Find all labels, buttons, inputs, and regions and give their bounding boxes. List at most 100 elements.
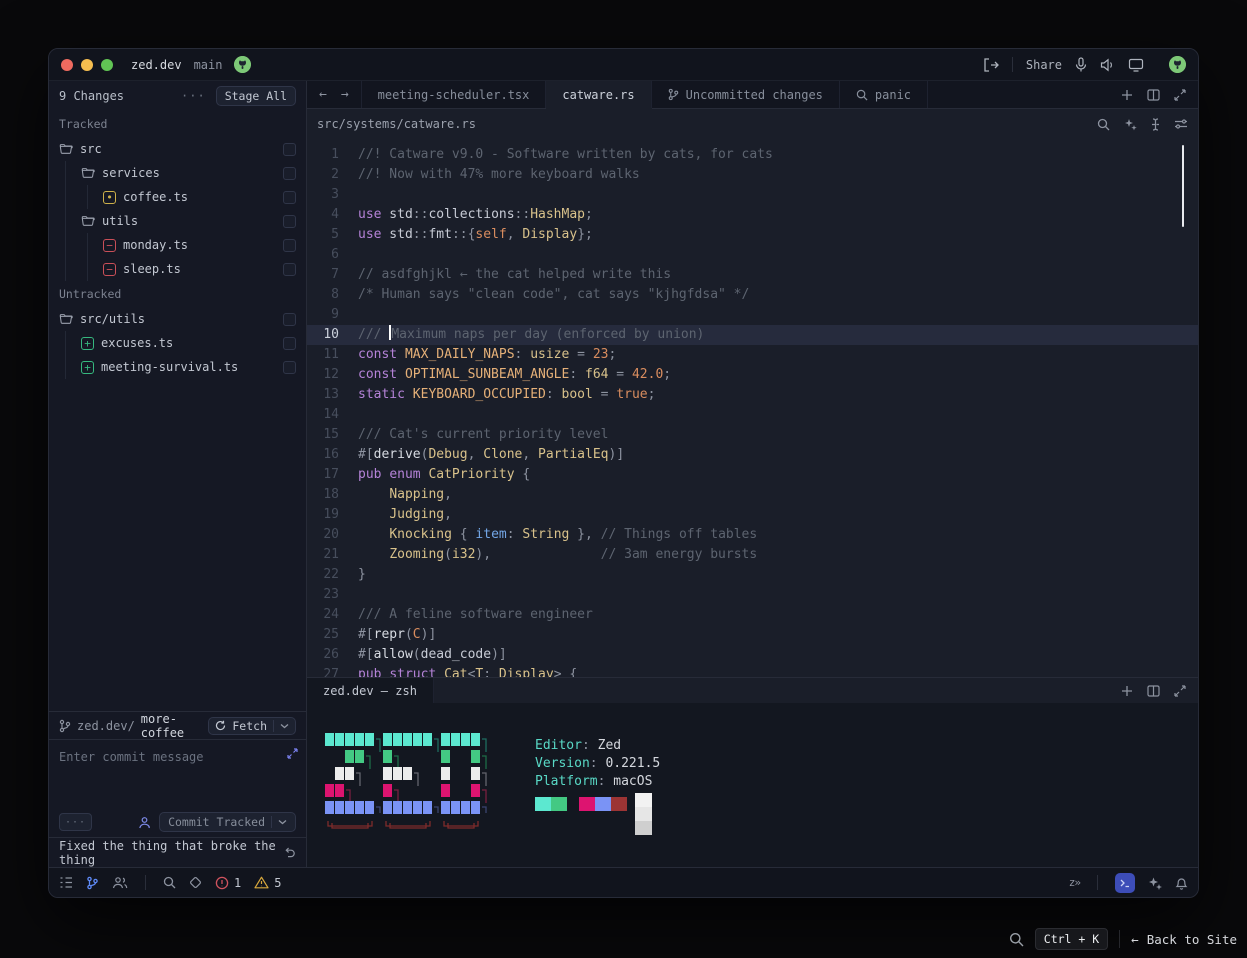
user-avatar[interactable] bbox=[234, 56, 251, 73]
git-panel-icon[interactable] bbox=[86, 876, 99, 890]
stage-checkbox[interactable] bbox=[283, 143, 296, 156]
tree-row-coffee-ts[interactable]: •coffee.ts bbox=[49, 185, 306, 209]
screen-share-icon[interactable] bbox=[1128, 58, 1144, 72]
new-tab-icon[interactable] bbox=[1121, 89, 1133, 101]
code-line-3[interactable]: 3 bbox=[307, 185, 1198, 205]
code-line-8[interactable]: 8/* Human says "clean code", cat says "k… bbox=[307, 285, 1198, 305]
last-commit-message[interactable]: Fixed the thing that broke the thing bbox=[59, 839, 284, 867]
code-line-5[interactable]: 5use std::fmt::{self, Display}; bbox=[307, 225, 1198, 245]
tab-catware-rs[interactable]: catware.rs bbox=[546, 81, 651, 108]
code-line-15[interactable]: 15/// Cat's current priority level bbox=[307, 425, 1198, 445]
maximize-terminal-icon[interactable] bbox=[1174, 685, 1186, 697]
branch-name-label[interactable]: more-coffee bbox=[141, 712, 203, 740]
buffer-search-icon[interactable] bbox=[1097, 118, 1110, 131]
code-line-24[interactable]: 24/// A feline software engineer bbox=[307, 605, 1198, 625]
expand-commit-icon[interactable] bbox=[287, 748, 298, 759]
site-search-icon[interactable] bbox=[1009, 932, 1024, 947]
stage-checkbox[interactable] bbox=[283, 191, 296, 204]
commit-tracked-button[interactable]: Commit Tracked bbox=[159, 812, 296, 832]
code-line-26[interactable]: 26#[allow(dead_code)] bbox=[307, 645, 1198, 665]
code-line-23[interactable]: 23 bbox=[307, 585, 1198, 605]
search-panel-icon[interactable] bbox=[163, 876, 176, 889]
stage-all-button[interactable]: Stage All bbox=[216, 86, 296, 106]
code-line-16[interactable]: 16#[derive(Debug, Clone, PartialEq)] bbox=[307, 445, 1198, 465]
code-line-21[interactable]: 21 Zooming(i32), // 3am energy bursts bbox=[307, 545, 1198, 565]
code-editor[interactable]: 1//! Catware v9.0 - Software written by … bbox=[307, 139, 1198, 677]
commit-overflow-button[interactable]: ··· bbox=[59, 813, 92, 831]
microphone-icon[interactable] bbox=[1075, 57, 1087, 72]
terminal-panel[interactable]: Editor: ZedVersion: 0.221.5Platform: mac… bbox=[307, 703, 1198, 867]
stage-checkbox[interactable] bbox=[283, 239, 296, 252]
code-line-20[interactable]: 20 Knocking { item: String }, // Things … bbox=[307, 525, 1198, 545]
navigate-forward-icon[interactable]: → bbox=[341, 87, 349, 102]
fetch-button[interactable]: Fetch bbox=[208, 717, 296, 735]
code-line-18[interactable]: 18 Napping, bbox=[307, 485, 1198, 505]
code-line-9[interactable]: 9 bbox=[307, 305, 1198, 325]
tree-row-meeting-survival-ts[interactable]: +meeting-survival.ts bbox=[49, 355, 306, 379]
tree-row-src-utils[interactable]: src/utils bbox=[49, 307, 306, 331]
undo-commit-icon[interactable] bbox=[284, 847, 296, 858]
code-line-4[interactable]: 4use std::collections::HashMap; bbox=[307, 205, 1198, 225]
code-line-2[interactable]: 2//! Now with 47% more keyboard walks bbox=[307, 165, 1198, 185]
new-terminal-icon[interactable] bbox=[1121, 685, 1133, 697]
code-line-13[interactable]: 13static KEYBOARD_OCCUPIED: bool = true; bbox=[307, 385, 1198, 405]
code-line-1[interactable]: 1//! Catware v9.0 - Software written by … bbox=[307, 145, 1198, 165]
code-line-10[interactable]: 10/// Maximum naps per day (enforced by … bbox=[307, 325, 1198, 345]
stage-checkbox[interactable] bbox=[283, 263, 296, 276]
code-line-6[interactable]: 6 bbox=[307, 245, 1198, 265]
editor-scrollbar[interactable] bbox=[1182, 145, 1184, 227]
leave-call-icon[interactable] bbox=[983, 58, 999, 72]
split-terminal-icon[interactable] bbox=[1147, 685, 1160, 697]
tab-meeting-scheduler-tsx[interactable]: meeting-scheduler.tsx bbox=[362, 81, 547, 108]
code-line-14[interactable]: 14 bbox=[307, 405, 1198, 425]
maximize-pane-icon[interactable] bbox=[1174, 89, 1186, 101]
inline-completion-icon[interactable]: z» bbox=[1069, 876, 1080, 889]
tree-row-monday-ts[interactable]: −monday.ts bbox=[49, 233, 306, 257]
assistant-sparkle-icon[interactable] bbox=[1148, 876, 1162, 890]
tree-row-utils[interactable]: utils bbox=[49, 209, 306, 233]
project-name[interactable]: zed.dev bbox=[131, 58, 182, 72]
navigate-back-icon[interactable]: ← bbox=[319, 87, 327, 102]
back-to-site-link[interactable]: ← Back to Site bbox=[1131, 932, 1237, 947]
zoom-window-button[interactable] bbox=[101, 59, 113, 71]
text-cursor-icon[interactable] bbox=[1151, 118, 1160, 131]
minimize-window-button[interactable] bbox=[81, 59, 93, 71]
stage-checkbox[interactable] bbox=[283, 215, 296, 228]
close-window-button[interactable] bbox=[61, 59, 73, 71]
chevron-down-icon[interactable] bbox=[280, 723, 289, 729]
tree-row-excuses-ts[interactable]: +excuses.ts bbox=[49, 331, 306, 355]
inline-assist-icon[interactable] bbox=[1124, 118, 1137, 131]
commit-message-input[interactable]: Enter commit message bbox=[59, 750, 296, 764]
branch-name-title[interactable]: main bbox=[194, 58, 223, 72]
code-line-7[interactable]: 7// asdfghjkl ← the cat helped write thi… bbox=[307, 265, 1198, 285]
code-line-22[interactable]: 22} bbox=[307, 565, 1198, 585]
tab-panic[interactable]: panic bbox=[840, 81, 928, 108]
project-panel-icon[interactable] bbox=[59, 876, 73, 889]
feedback-icon[interactable] bbox=[189, 876, 202, 889]
code-line-12[interactable]: 12const OPTIMAL_SUNBEAM_ANGLE: f64 = 42.… bbox=[307, 365, 1198, 385]
tree-row-sleep-ts[interactable]: −sleep.ts bbox=[49, 257, 306, 281]
account-avatar[interactable] bbox=[1169, 56, 1186, 73]
error-indicator[interactable]: 1 bbox=[215, 876, 241, 890]
editor-controls-icon[interactable] bbox=[1174, 118, 1188, 130]
warning-indicator[interactable]: 5 bbox=[254, 876, 281, 890]
chevron-down-icon[interactable] bbox=[278, 819, 287, 825]
speaker-icon[interactable] bbox=[1100, 58, 1115, 72]
tab-uncommitted-changes[interactable]: Uncommitted changes bbox=[652, 81, 840, 108]
code-line-19[interactable]: 19 Judging, bbox=[307, 505, 1198, 525]
code-line-27[interactable]: 27pub struct Cat<T: Display> { bbox=[307, 665, 1198, 677]
stage-checkbox[interactable] bbox=[283, 313, 296, 326]
split-pane-icon[interactable] bbox=[1147, 89, 1160, 101]
code-line-17[interactable]: 17pub enum CatPriority { bbox=[307, 465, 1198, 485]
code-line-25[interactable]: 25#[repr(C)] bbox=[307, 625, 1198, 645]
search-shortcut-kbd[interactable]: Ctrl + K bbox=[1035, 928, 1108, 950]
terminal-tab[interactable]: zed.dev — zsh bbox=[307, 678, 434, 703]
breadcrumb[interactable]: src/systems/catware.rs bbox=[317, 117, 476, 131]
git-panel-menu-icon[interactable]: ··· bbox=[181, 89, 206, 103]
share-button[interactable]: Share bbox=[1026, 58, 1062, 72]
stage-checkbox[interactable] bbox=[283, 167, 296, 180]
notifications-bell-icon[interactable] bbox=[1175, 876, 1188, 890]
code-line-11[interactable]: 11const MAX_DAILY_NAPS: usize = 23; bbox=[307, 345, 1198, 365]
collab-panel-icon[interactable] bbox=[112, 876, 128, 889]
terminal-panel-icon[interactable] bbox=[1115, 873, 1135, 893]
